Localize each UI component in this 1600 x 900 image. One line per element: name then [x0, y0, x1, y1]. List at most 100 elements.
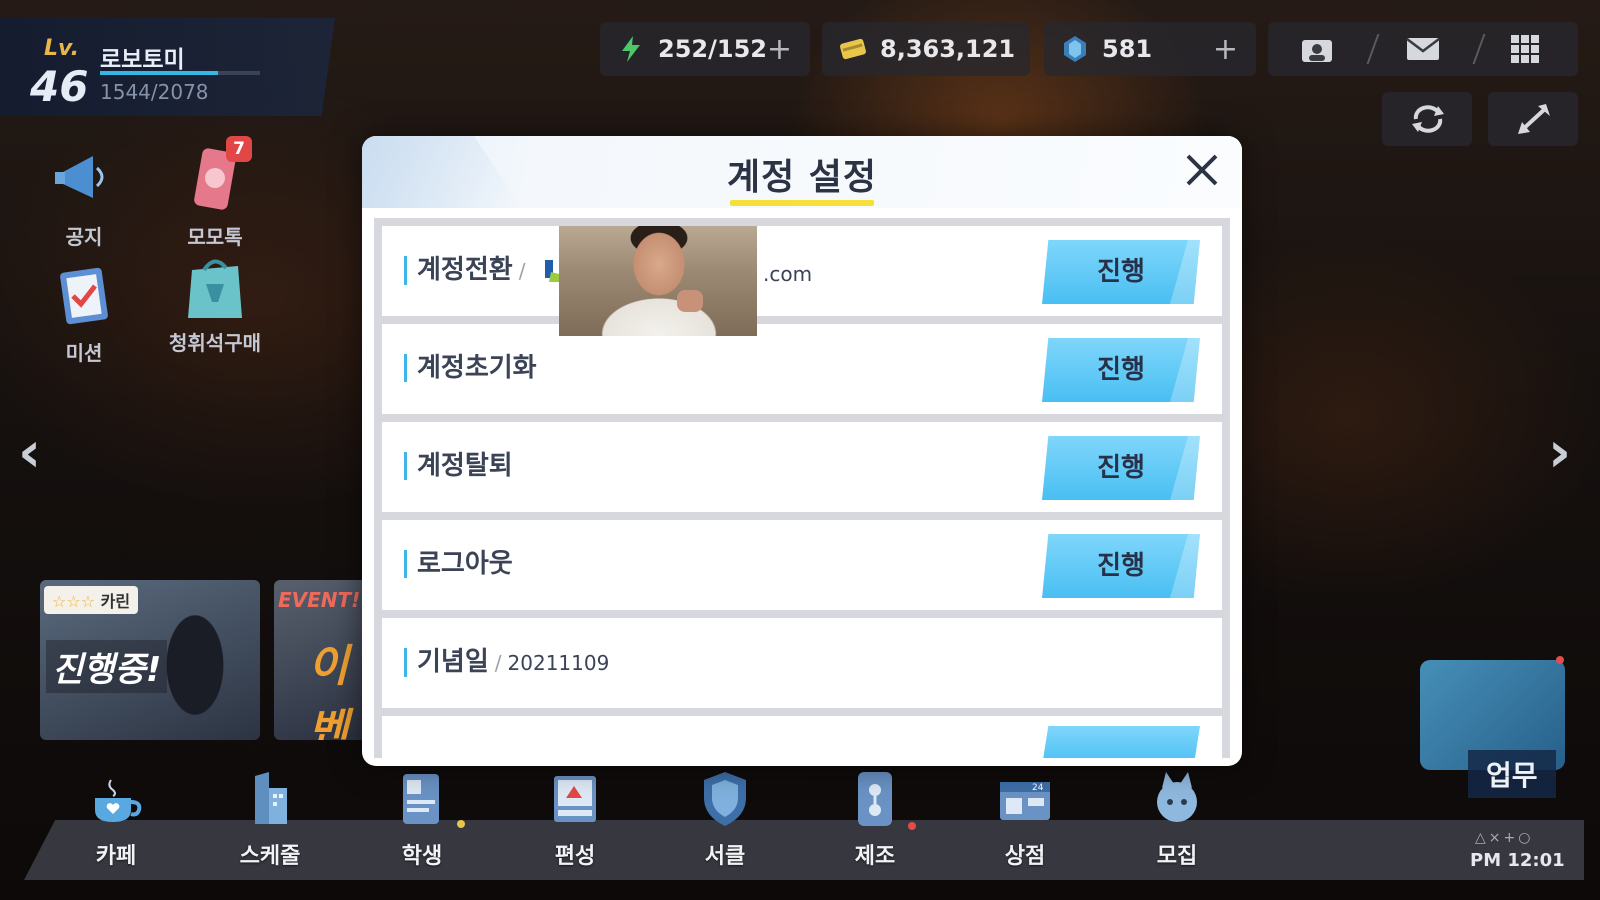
close-icon[interactable]: [1180, 148, 1224, 192]
overlay-photo: [559, 226, 757, 336]
banner-character-name: 카린: [100, 592, 131, 611]
nav-circle[interactable]: 서클: [670, 768, 780, 870]
logout-button-label: 진행: [1097, 551, 1145, 581]
student-card-icon: [403, 774, 439, 824]
button-shine: [1170, 534, 1200, 598]
nav-cafe[interactable]: 카페: [61, 768, 171, 870]
row-switch-account: 계정전환 / .com 진행: [382, 226, 1222, 336]
clock: PM 12:01: [1470, 850, 1565, 871]
banner-event[interactable]: EVENT! 이벤: [274, 580, 366, 740]
reset-account-label: 계정초기화: [404, 354, 537, 382]
nav-students-dot: [457, 820, 465, 828]
anniversary-text: 기념일: [417, 647, 489, 677]
top-button-group: [1268, 22, 1578, 76]
crafting-icon: [858, 772, 892, 826]
momotalk-button[interactable]: 7 모모톡: [170, 136, 260, 250]
nav-formation[interactable]: 편성: [520, 768, 630, 870]
separator: [1366, 34, 1380, 64]
settings-list: 계정전환 / .com 진행 계정초기화 진행 계정탈퇴 진행 로그아웃 진행 기…: [374, 218, 1230, 758]
row-anniversary: 기념일/20211109: [382, 618, 1222, 708]
mission-label: 미션: [65, 341, 103, 365]
nav-circle-label: 서클: [704, 844, 746, 869]
shop-icon: 24: [1000, 782, 1050, 820]
nav-crafting-dot: [908, 822, 916, 830]
expand-icon: [1518, 104, 1550, 134]
reset-account-button[interactable]: 진행: [1042, 338, 1200, 402]
modal-header: 계정 설정: [362, 136, 1242, 208]
banner-tag: ☆☆☆ 카린: [44, 586, 139, 614]
nav-cafe-label: 카페: [95, 844, 137, 869]
gem-counter[interactable]: 581 +: [1044, 22, 1256, 76]
mission-button[interactable]: 미션: [44, 262, 124, 366]
row-reset-account: 계정초기화 진행: [382, 324, 1222, 414]
modal-title: 계정 설정: [726, 157, 877, 198]
button-shine: [1170, 338, 1200, 402]
credit-card-icon: [840, 38, 866, 60]
player-exp: 1544/2078: [100, 80, 209, 104]
prev-arrow-icon[interactable]: ‹: [18, 420, 41, 485]
exp-bar: [100, 71, 260, 75]
exp-bar-fill: [100, 71, 219, 75]
button-shine: [1170, 240, 1200, 304]
account-settings-modal: 계정 설정 계정전환 / .com 진행 계정초기화 진행 계정탈퇴 진행 로그아…: [362, 136, 1242, 766]
gem-value: 581: [1102, 35, 1153, 63]
switch-account-label: 계정전환 /: [404, 256, 569, 285]
account-email-domain: .com: [763, 262, 813, 286]
recruit-icon: [1157, 772, 1197, 822]
switch-account-button-label: 진행: [1097, 257, 1145, 287]
shopping-bag-icon: [188, 259, 242, 318]
nav-recruit[interactable]: 모집: [1122, 768, 1232, 870]
refresh-button[interactable]: [1382, 92, 1472, 146]
delete-account-label: 계정탈퇴: [404, 452, 513, 480]
credit-value: 8,363,121: [880, 35, 1016, 63]
title-underline: [730, 200, 874, 206]
player-name: 로보토미: [100, 47, 185, 73]
player-info-card[interactable]: Lv. 46 로보토미 1544/2078: [0, 18, 335, 116]
row-divider: /: [494, 651, 502, 675]
momotalk-badge: 7: [226, 136, 252, 162]
nav-schedule[interactable]: 스케줄: [215, 768, 325, 870]
button-shine: [1170, 436, 1200, 500]
anniversary-label: 기념일/20211109: [404, 648, 609, 677]
stamina-value: 252/152: [658, 35, 767, 63]
banner-character[interactable]: ☆☆☆ 카린 진행중!: [40, 580, 260, 740]
partial-row-button[interactable]: [1042, 726, 1200, 758]
credit-counter: 8,363,121: [822, 22, 1030, 76]
nav-shop-label: 상점: [1004, 844, 1046, 869]
mail-icon[interactable]: [1404, 32, 1442, 66]
row-logout: 로그아웃 진행: [382, 520, 1222, 610]
stamina-counter[interactable]: 252/152 +: [600, 22, 810, 76]
next-arrow-icon[interactable]: ›: [1548, 420, 1571, 485]
expand-button[interactable]: [1488, 92, 1578, 146]
lightning-icon: [622, 36, 640, 62]
banner-event-title: EVENT!: [278, 588, 361, 612]
nav-shop[interactable]: 24 상점: [970, 768, 1080, 870]
controller-symbols: △×+○: [1475, 830, 1534, 846]
switch-account-button[interactable]: 진행: [1042, 240, 1200, 304]
row-delete-account: 계정탈퇴 진행: [382, 422, 1222, 512]
refresh-icon: [1412, 105, 1444, 133]
work-label: 업무: [1468, 750, 1556, 798]
work-button[interactable]: 업무: [1420, 650, 1570, 800]
profile-icon[interactable]: [1298, 32, 1336, 66]
logout-button[interactable]: 진행: [1042, 534, 1200, 598]
delete-account-button[interactable]: 진행: [1042, 436, 1200, 500]
megaphone-icon: [55, 156, 104, 198]
momotalk-label: 모모톡: [187, 225, 243, 249]
nav-students[interactable]: 학생: [367, 768, 477, 870]
nav-crafting[interactable]: 제조: [820, 768, 930, 870]
anniversary-date: 20211109: [507, 651, 610, 675]
notice-button[interactable]: 공지: [44, 146, 124, 250]
work-notification-dot: [1556, 656, 1564, 664]
player-level: 46: [30, 62, 89, 111]
menu-grid-icon[interactable]: [1506, 32, 1544, 66]
formation-board-icon: [554, 776, 596, 822]
banner-stars: ☆☆☆: [52, 592, 96, 611]
svg-text:24: 24: [1032, 783, 1044, 793]
reset-account-button-label: 진행: [1097, 355, 1145, 385]
circle-shield-icon: [704, 772, 746, 826]
gem-plus-button[interactable]: +: [1213, 32, 1238, 67]
pyroxene-shop-button[interactable]: 청휘석구매: [160, 252, 270, 356]
nav-formation-label: 편성: [554, 844, 596, 869]
stamina-plus-button[interactable]: +: [767, 32, 792, 67]
